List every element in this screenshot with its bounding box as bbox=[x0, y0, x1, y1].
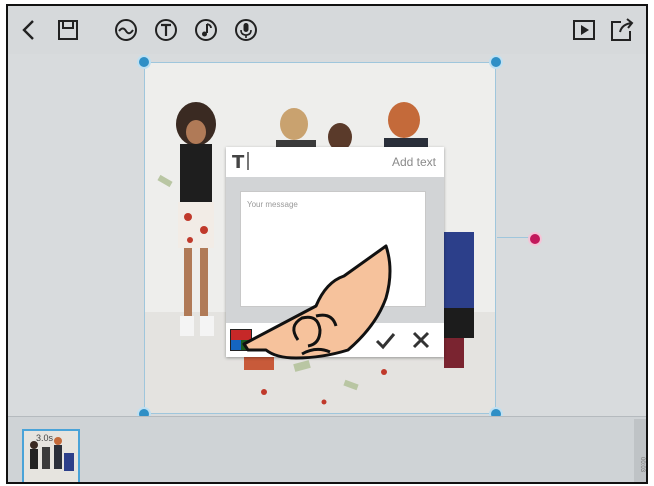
save-floppy-icon[interactable] bbox=[52, 14, 84, 46]
character-count: 250 bbox=[266, 335, 278, 342]
app-window: T Add text Your message 250 3.0s 00:03 bbox=[6, 4, 648, 484]
cancel-button[interactable] bbox=[410, 329, 432, 351]
share-export-icon[interactable] bbox=[606, 14, 638, 46]
sticker-icon[interactable] bbox=[110, 14, 142, 46]
text-cursor-icon bbox=[247, 152, 249, 170]
message-textarea[interactable]: Your message bbox=[240, 191, 426, 307]
music-note-icon[interactable] bbox=[190, 14, 222, 46]
microphone-icon[interactable] bbox=[230, 14, 262, 46]
confirm-button[interactable] bbox=[374, 329, 396, 351]
clip-duration: 3.0s bbox=[36, 433, 54, 443]
timeline-scrollbar[interactable]: 00:03 bbox=[634, 419, 646, 482]
top-toolbar bbox=[8, 6, 646, 55]
rotation-handle[interactable] bbox=[528, 232, 542, 246]
dialog-title: Add text bbox=[391, 155, 436, 169]
color-picker-button[interactable] bbox=[230, 329, 252, 351]
dialog-header: T Add text bbox=[226, 147, 444, 177]
dialog-footer: 250 bbox=[226, 323, 444, 357]
resize-handle-top-left[interactable] bbox=[137, 55, 151, 69]
text-type-icon: T bbox=[232, 152, 245, 173]
checkmark-icon bbox=[375, 333, 396, 350]
close-x-icon bbox=[412, 331, 430, 349]
message-placeholder: Your message bbox=[247, 200, 298, 209]
add-text-dialog: T Add text Your message 250 bbox=[226, 147, 444, 357]
text-icon[interactable] bbox=[150, 14, 182, 46]
resize-handle-top-right[interactable] bbox=[489, 55, 503, 69]
clip-thumbnail[interactable]: 3.0s bbox=[22, 429, 80, 482]
back-chevron-icon[interactable] bbox=[14, 14, 46, 46]
timeline-time-label: 00:03 bbox=[639, 457, 645, 473]
play-preview-icon[interactable] bbox=[568, 14, 600, 46]
timeline-strip: 3.0s 00:03 bbox=[8, 416, 646, 482]
